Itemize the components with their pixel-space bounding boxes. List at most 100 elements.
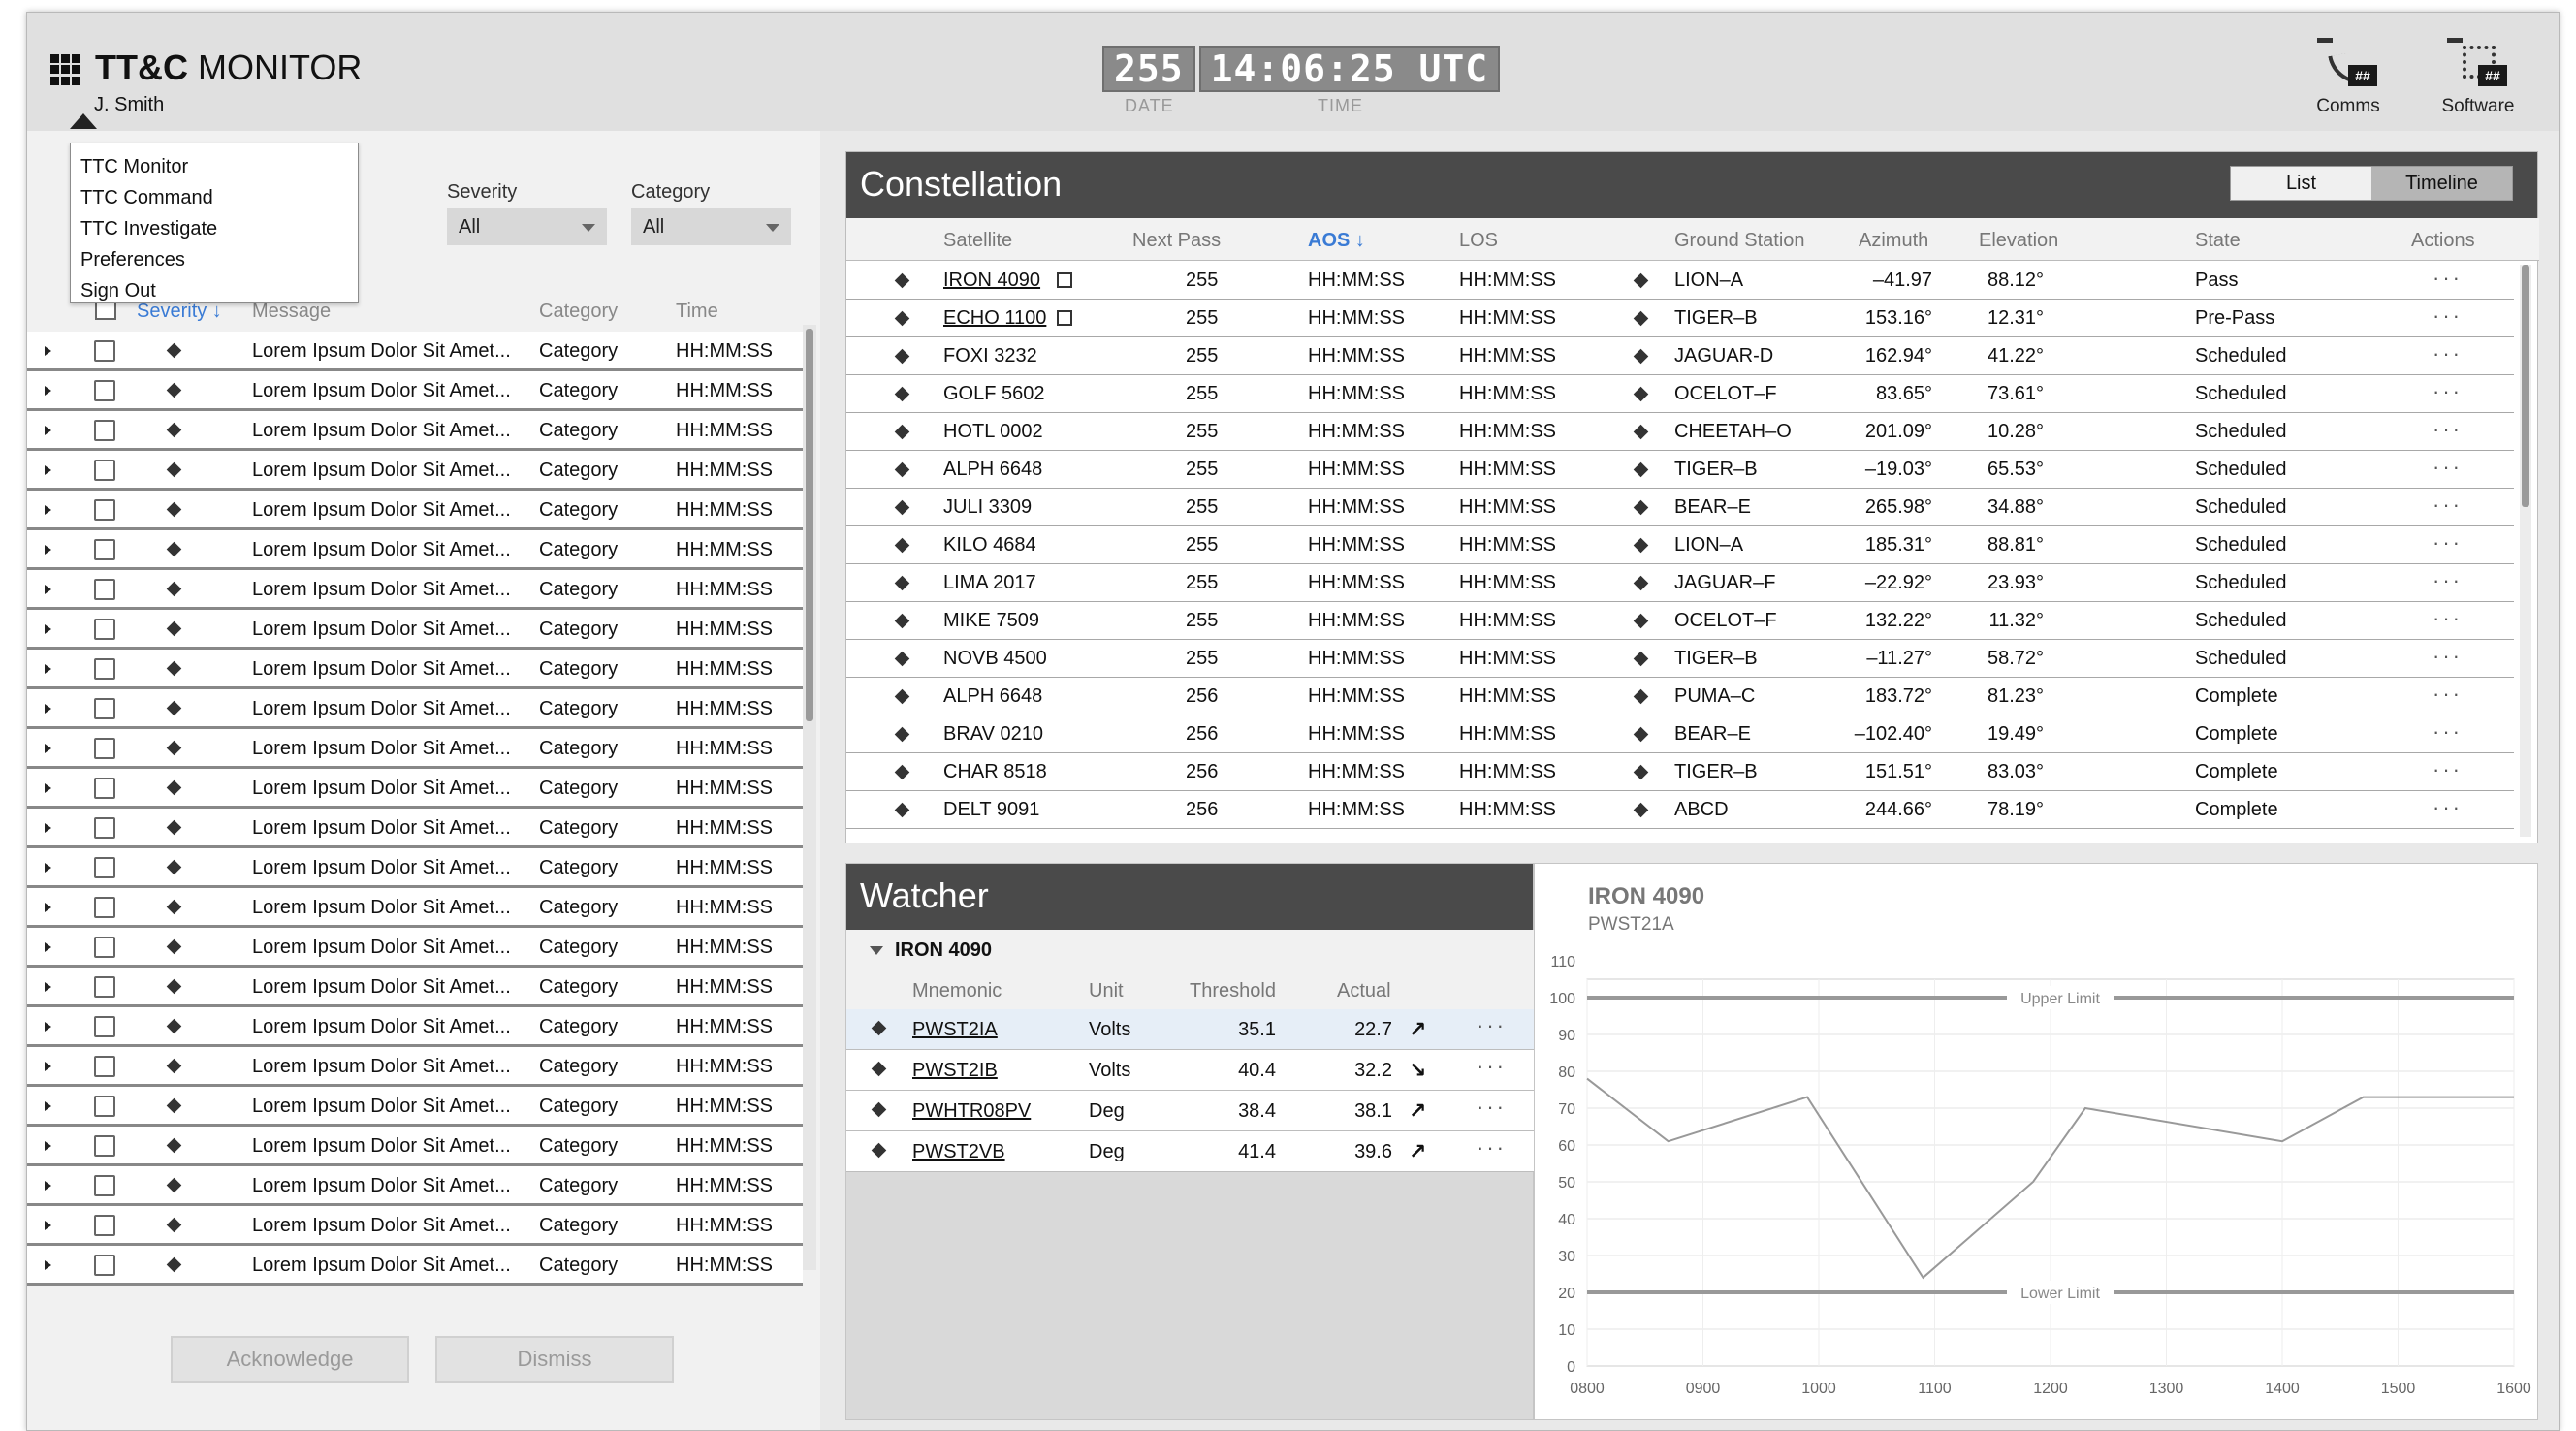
watcher-row[interactable]: PWST2IA Volts 35.1 22.7 ↗ ··· xyxy=(846,1009,1535,1050)
constellation-row[interactable]: HOTL 0002 255 HH:MM:SS HH:MM:SS CHEETAH–O 201… xyxy=(846,413,2514,451)
external-link-icon[interactable] xyxy=(1057,310,1072,326)
constellation-row[interactable]: LIMA 2017 255 HH:MM:SS HH:MM:SS JAGUAR–F –22.… xyxy=(846,564,2514,602)
row-checkbox[interactable] xyxy=(94,897,115,918)
row-actions-icon[interactable]: ··· xyxy=(2433,757,2463,782)
row-actions-icon[interactable]: ··· xyxy=(2433,417,2463,442)
row-checkbox[interactable] xyxy=(94,937,115,958)
expand-row-icon[interactable] xyxy=(45,664,51,674)
alert-row[interactable]: Lorem Ipsum Dolor Sit Amet... Category HH:… xyxy=(27,729,803,769)
external-link-icon[interactable] xyxy=(1057,272,1072,288)
col-unit[interactable]: Unit xyxy=(1089,980,1124,1002)
row-actions-icon[interactable]: ··· xyxy=(1477,1013,1507,1038)
user-name[interactable]: J. Smith xyxy=(94,94,164,116)
menu-item-ttc-monitor[interactable]: TTC Monitor xyxy=(71,151,358,182)
expand-row-icon[interactable] xyxy=(45,505,51,515)
expand-row-icon[interactable] xyxy=(45,1181,51,1191)
alert-row[interactable]: Lorem Ipsum Dolor Sit Amet... Category HH:… xyxy=(27,371,803,411)
constellation-row[interactable]: GOLF 5602 255 HH:MM:SS HH:MM:SS OCELOT–F 83.6… xyxy=(846,375,2514,413)
row-checkbox[interactable] xyxy=(94,1215,115,1236)
expand-row-icon[interactable] xyxy=(45,624,51,634)
row-actions-icon[interactable]: ··· xyxy=(2433,530,2463,556)
row-actions-icon[interactable]: ··· xyxy=(2433,644,2463,669)
constellation-row[interactable]: CHAR 8518 256 HH:MM:SS HH:MM:SS TIGER–B 151.5… xyxy=(846,753,2514,791)
col-aos[interactable]: AOS ↓ xyxy=(1308,230,1365,252)
row-checkbox[interactable] xyxy=(94,340,115,362)
alert-row[interactable]: Lorem Ipsum Dolor Sit Amet... Category HH:… xyxy=(27,689,803,729)
row-checkbox[interactable] xyxy=(94,658,115,680)
alert-row[interactable]: Lorem Ipsum Dolor Sit Amet... Category HH:… xyxy=(27,1007,803,1047)
alert-row[interactable]: Lorem Ipsum Dolor Sit Amet... Category HH:… xyxy=(27,928,803,968)
comms-button[interactable]: ## Comms xyxy=(2295,38,2401,117)
constellation-row[interactable]: NOVB 4500 255 HH:MM:SS HH:MM:SS TIGER–B –11.2… xyxy=(846,640,2514,678)
row-checkbox[interactable] xyxy=(94,380,115,401)
row-checkbox[interactable] xyxy=(94,778,115,799)
software-button[interactable]: ## Software xyxy=(2425,38,2531,117)
expand-row-icon[interactable] xyxy=(45,942,51,952)
expand-row-icon[interactable] xyxy=(45,346,51,356)
app-launcher-icon[interactable] xyxy=(50,54,81,85)
row-checkbox[interactable] xyxy=(94,1135,115,1157)
row-checkbox[interactable] xyxy=(94,579,115,600)
row-actions-icon[interactable]: ··· xyxy=(2433,266,2463,291)
watcher-row[interactable]: PWHTR08PV Deg 38.4 38.1 ↗ ··· xyxy=(846,1091,1535,1131)
expand-row-icon[interactable] xyxy=(45,1221,51,1230)
acknowledge-button[interactable]: Acknowledge xyxy=(171,1336,409,1383)
row-checkbox[interactable] xyxy=(94,1016,115,1037)
menu-item-ttc-command[interactable]: TTC Command xyxy=(71,182,358,213)
expand-row-icon[interactable] xyxy=(45,1101,51,1111)
alerts-scrollbar[interactable] xyxy=(803,325,816,1270)
row-checkbox[interactable] xyxy=(94,539,115,560)
constellation-row[interactable]: MIKE 7509 255 HH:MM:SS HH:MM:SS OCELOT–F 132.… xyxy=(846,602,2514,640)
row-checkbox[interactable] xyxy=(94,1056,115,1077)
expand-row-icon[interactable] xyxy=(45,465,51,475)
alert-row[interactable]: Lorem Ipsum Dolor Sit Amet... Category HH:… xyxy=(27,848,803,888)
row-actions-icon[interactable]: ··· xyxy=(2433,719,2463,745)
row-checkbox[interactable] xyxy=(94,619,115,640)
alert-row[interactable]: Lorem Ipsum Dolor Sit Amet... Category HH:… xyxy=(27,570,803,610)
category-column-header[interactable]: Category xyxy=(539,301,618,323)
alert-row[interactable]: Lorem Ipsum Dolor Sit Amet... Category HH:… xyxy=(27,769,803,809)
alert-row[interactable]: Lorem Ipsum Dolor Sit Amet... Category HH:… xyxy=(27,1246,803,1286)
alert-row[interactable]: Lorem Ipsum Dolor Sit Amet... Category HH:… xyxy=(27,451,803,491)
row-checkbox[interactable] xyxy=(94,817,115,839)
col-threshold[interactable]: Threshold xyxy=(1190,980,1276,1002)
expand-row-icon[interactable] xyxy=(45,704,51,714)
alert-row[interactable]: Lorem Ipsum Dolor Sit Amet... Category HH:… xyxy=(27,1166,803,1206)
constellation-row[interactable]: FOXI 3232 255 HH:MM:SS HH:MM:SS JAGUAR-D 162.… xyxy=(846,337,2514,375)
constellation-row[interactable]: KILO 4684 255 HH:MM:SS HH:MM:SS LION–A 185.31… xyxy=(846,526,2514,564)
constellation-row[interactable]: JULI 3309 255 HH:MM:SS HH:MM:SS BEAR–E 265.98… xyxy=(846,489,2514,526)
alert-row[interactable]: Lorem Ipsum Dolor Sit Amet... Category HH:… xyxy=(27,1087,803,1127)
col-satellite[interactable]: Satellite xyxy=(943,230,1012,252)
satellite-name[interactable]: ECHO 1100 xyxy=(943,307,1046,330)
mnemonic-link[interactable]: PWST2IB xyxy=(912,1060,998,1082)
list-view-button[interactable]: List xyxy=(2231,167,2371,200)
constellation-row[interactable]: ALPH 6648 255 HH:MM:SS HH:MM:SS TIGER–B –19.0… xyxy=(846,451,2514,489)
col-actual[interactable]: Actual xyxy=(1337,980,1391,1002)
col-mnemonic[interactable]: Mnemonic xyxy=(912,980,1002,1002)
row-actions-icon[interactable]: ··· xyxy=(2433,303,2463,329)
row-checkbox[interactable] xyxy=(94,1255,115,1276)
expand-row-icon[interactable] xyxy=(45,863,51,873)
menu-item-preferences[interactable]: Preferences xyxy=(71,244,358,275)
row-checkbox[interactable] xyxy=(94,857,115,878)
row-actions-icon[interactable]: ··· xyxy=(1477,1095,1507,1120)
constellation-row[interactable]: ALPH 6648 256 HH:MM:SS HH:MM:SS PUMA–C 183.72… xyxy=(846,678,2514,716)
category-select[interactable]: All xyxy=(631,208,791,245)
chevron-down-icon[interactable] xyxy=(870,946,883,955)
expand-row-icon[interactable] xyxy=(45,744,51,753)
row-actions-icon[interactable]: ··· xyxy=(1477,1054,1507,1079)
alert-row[interactable]: Lorem Ipsum Dolor Sit Amet... Category HH:… xyxy=(27,1047,803,1087)
watcher-row[interactable]: PWST2IB Volts 40.4 32.2 ↘ ··· xyxy=(846,1050,1535,1091)
row-actions-icon[interactable]: ··· xyxy=(2433,606,2463,631)
alert-row[interactable]: Lorem Ipsum Dolor Sit Amet... Category HH:… xyxy=(27,411,803,451)
alert-row[interactable]: Lorem Ipsum Dolor Sit Amet... Category HH:… xyxy=(27,530,803,570)
watcher-group-row[interactable]: IRON 4090 xyxy=(846,930,1535,970)
row-checkbox[interactable] xyxy=(94,1096,115,1117)
alert-row[interactable]: Lorem Ipsum Dolor Sit Amet... Category HH:… xyxy=(27,1206,803,1246)
alert-row[interactable]: Lorem Ipsum Dolor Sit Amet... Category HH:… xyxy=(27,650,803,689)
constellation-row[interactable]: BRAV 0210 256 HH:MM:SS HH:MM:SS BEAR–E –102.4… xyxy=(846,716,2514,753)
row-checkbox[interactable] xyxy=(94,1175,115,1196)
expand-row-icon[interactable] xyxy=(45,1260,51,1270)
row-actions-icon[interactable]: ··· xyxy=(2433,493,2463,518)
expand-row-icon[interactable] xyxy=(45,545,51,555)
